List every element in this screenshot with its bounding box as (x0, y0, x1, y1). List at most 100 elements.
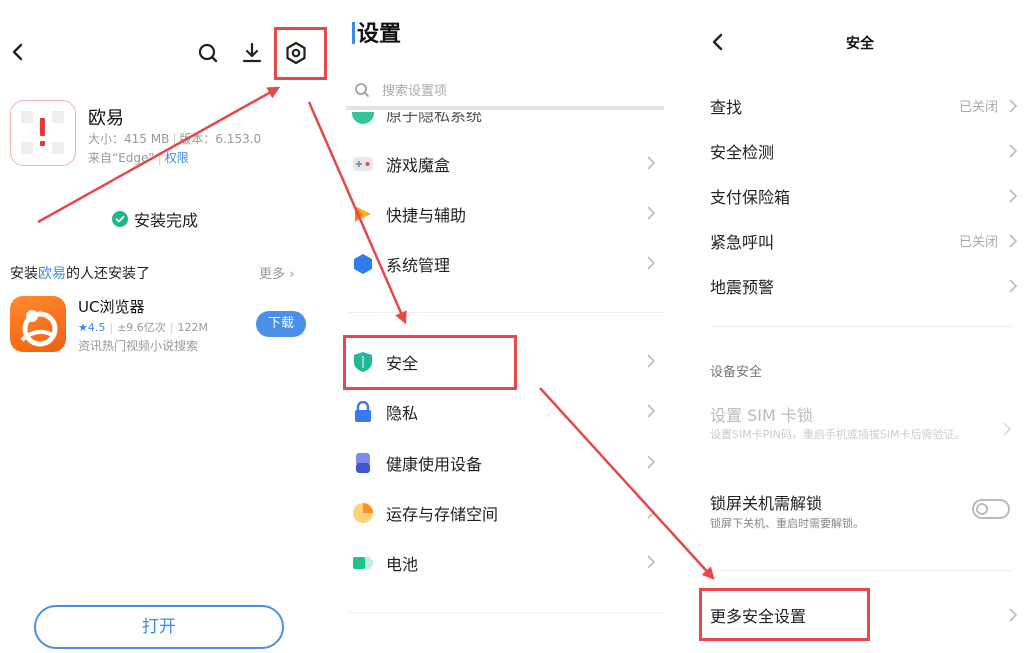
section-divider (348, 312, 664, 313)
section-divider (710, 326, 1012, 327)
security-item-value: 已关闭 (958, 235, 998, 250)
chevron-right-icon (647, 505, 656, 519)
app-version: 版本：6.153.0 (179, 132, 262, 146)
settings-panel: 设置 搜索设置项 原子隐私系统 游戏魔盒 快捷与辅助 系统管理 安全 隐私 健康… (330, 0, 680, 653)
security-title: 安全 (846, 36, 874, 52)
security-item-check[interactable]: 安全检测 (710, 131, 1020, 171)
security-item-label: 支付保险箱 (710, 188, 791, 207)
chevron-right-icon (1009, 99, 1018, 113)
battery-icon (353, 557, 373, 569)
settings-item-system[interactable]: 系统管理 (348, 242, 668, 286)
search-icon (355, 83, 369, 97)
settings-item-label: 健康使用设备 (386, 455, 483, 474)
app-icon (10, 100, 76, 166)
okx-logo-icon (21, 111, 64, 154)
settings-title: 设置 (352, 16, 401, 48)
lockscreen-desc: 锁屏下关机、重启时需要解锁。 (710, 517, 864, 530)
security-item-payment[interactable]: 支付保险箱 (710, 176, 1020, 216)
health-usage-icon (356, 453, 370, 473)
chevron-right-icon (647, 206, 656, 220)
open-button[interactable]: 打开 (34, 605, 284, 649)
back-arrow-icon[interactable] (706, 30, 730, 54)
download-icon[interactable] (239, 40, 265, 66)
settings-item-storage[interactable]: 运存与存储空间 (348, 491, 668, 535)
app-size-version: 大小：415 MB | 版本：6.153.0 (88, 132, 262, 146)
settings-item-game-box[interactable]: 游戏魔盒 (348, 142, 668, 186)
settings-item-label: 电池 (386, 555, 419, 574)
system-management-icon (354, 254, 372, 274)
app-source-row: 来自“Edge” | 权限 (88, 151, 189, 165)
uc-browser-icon[interactable] (10, 296, 66, 352)
security-item-value: 已关闭 (958, 100, 998, 115)
app-source: 来自“Edge” (88, 151, 155, 165)
partially-hidden-item[interactable]: 原子隐私系统 (348, 112, 666, 126)
settings-item-privacy[interactable]: 隐私 (348, 390, 668, 434)
settings-item-label: 游戏魔盒 (386, 156, 451, 175)
security-item-find[interactable]: 查找 已关闭 (710, 86, 1020, 126)
more-security-highlight-box (699, 588, 870, 641)
chevron-right-icon (647, 156, 656, 170)
storage-pie-icon (353, 503, 373, 523)
settings-search-input[interactable]: 搜索设置项 (346, 78, 664, 110)
security-item-emergency[interactable]: 紧急呼叫 已关闭 (710, 221, 1020, 261)
chevron-right-icon (647, 256, 656, 270)
lockscreen-toggle[interactable] (972, 499, 1010, 519)
download-button[interactable]: 下载 (256, 311, 306, 337)
star-icon: ★ (78, 321, 88, 334)
settings-item-battery[interactable]: 电池 (348, 541, 668, 585)
chevron-right-icon (1009, 144, 1018, 158)
privacy-lock-icon (355, 401, 371, 422)
security-item-label: 安全检测 (710, 143, 775, 162)
security-item-earthquake[interactable]: 地震预警 (710, 266, 1020, 306)
chevron-right-icon (647, 354, 656, 368)
search-icon[interactable] (195, 40, 221, 66)
chevron-right-icon (647, 555, 656, 569)
settings-item-label: 运存与存储空间 (386, 505, 499, 524)
suggested-app-name[interactable]: UC浏览器 (78, 296, 144, 317)
app-store-panel: 欧易 大小：415 MB | 版本：6.153.0 来自“Edge” | 权限 安装完成… (0, 0, 330, 653)
device-security-heading: 设备安全 (710, 365, 763, 380)
suggested-app-rating: 4.5 (87, 321, 106, 334)
settings-highlight-box (274, 27, 327, 80)
chevron-right-icon (647, 404, 656, 418)
chevron-right-icon (1009, 279, 1018, 293)
recommend-title: 安装欧易的人还安装了 (10, 266, 150, 282)
sim-lock-title: 设置 SIM 卡锁 (710, 406, 813, 425)
app-size: 大小：415 MB (88, 132, 170, 146)
security-highlight-box (343, 335, 517, 390)
settings-item-label: 系统管理 (386, 256, 451, 275)
security-item-label: 紧急呼叫 (710, 233, 775, 252)
security-item-label: 地震预警 (710, 278, 775, 297)
chevron-right-icon: › (289, 267, 295, 282)
security-item-label: 查找 (710, 98, 743, 117)
chevron-right-icon (647, 455, 656, 469)
toggle-knob (976, 503, 988, 515)
permission-link[interactable]: 权限 (165, 151, 189, 165)
app-name: 欧易 (88, 108, 124, 129)
settings-item-label: 快捷与辅助 (386, 206, 467, 225)
suggested-app-size: 122M (177, 321, 209, 334)
chevron-right-icon (1009, 189, 1018, 203)
chevron-right-icon (1003, 422, 1012, 436)
settings-item-shortcut[interactable]: 快捷与辅助 (348, 192, 668, 236)
more-link[interactable]: 更多 › (259, 263, 294, 282)
chevron-right-icon (1009, 234, 1018, 248)
section-divider (710, 570, 1012, 571)
shortcut-icon (355, 206, 371, 222)
search-placeholder: 搜索设置项 (382, 84, 448, 99)
suggested-app-desc: 资讯热门视频小说搜索 (78, 339, 199, 353)
sim-lock-desc: 设置SIM卡PIN码，重启手机或插拔SIM卡后需验证。 (710, 428, 966, 441)
settings-item-health[interactable]: 健康使用设备 (348, 441, 668, 485)
settings-item-label: 隐私 (386, 404, 419, 423)
suggested-app-downloads: ±9.6亿次 (117, 321, 166, 334)
check-circle-icon (112, 211, 128, 227)
security-panel: 安全 查找 已关闭 安全检测 支付保险箱 紧急呼叫 已关闭 地震预警 设备安全 … (680, 0, 1027, 653)
game-box-icon (353, 157, 373, 171)
suggested-app-meta: ★4.5 | ±9.6亿次 | 122M (78, 321, 209, 334)
lockscreen-title: 锁屏关机需解锁 (710, 494, 823, 513)
chevron-right-icon (1009, 608, 1018, 622)
install-status-text: 安装完成 (134, 211, 199, 230)
section-divider (348, 612, 664, 613)
back-arrow-icon[interactable] (6, 40, 30, 64)
install-status: 安装完成 (112, 207, 198, 231)
